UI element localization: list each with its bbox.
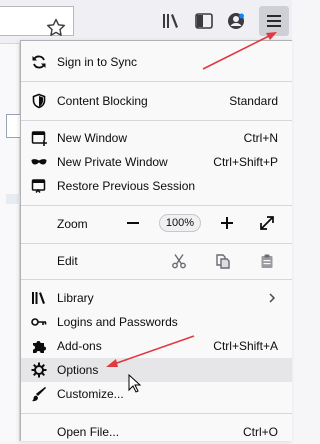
menu-customize[interactable]: Customize... — [21, 382, 292, 406]
menu-new-window[interactable]: New Window Ctrl+N — [21, 126, 292, 150]
menu-label: Content Blocking — [57, 94, 148, 108]
page-content — [0, 44, 20, 441]
restore-session-icon — [31, 179, 46, 193]
page-block — [6, 194, 20, 204]
menu-label: Restore Previous Session — [57, 179, 196, 193]
menu-logins-passwords[interactable]: Logins and Passwords — [21, 310, 292, 334]
menu-shortcut: Ctrl+Shift+A — [213, 339, 278, 353]
zoom-in-button[interactable] — [215, 213, 239, 233]
fullscreen-icon — [260, 216, 274, 230]
menu-label: Zoom — [57, 217, 88, 231]
private-mask-icon — [31, 159, 47, 165]
menu-shortcut: Ctrl+Shift+P — [213, 155, 278, 169]
menu-label: Sign in to Sync — [57, 55, 138, 69]
page-search-box[interactable] — [6, 114, 20, 138]
separator — [21, 81, 292, 82]
shield-icon — [32, 93, 46, 109]
minus-icon — [127, 222, 139, 224]
cut-icon[interactable] — [171, 253, 187, 269]
open-menu-button[interactable] — [259, 6, 289, 36]
gear-icon — [31, 362, 47, 378]
sync-icon — [32, 55, 46, 69]
menu-restore-session[interactable]: Restore Previous Session — [21, 174, 292, 198]
paste-icon[interactable] — [259, 253, 275, 269]
menu-edit-row: Edit — [21, 249, 292, 273]
menu-label: Library — [57, 291, 94, 305]
menu-zoom-row: Zoom 100% — [21, 211, 292, 237]
address-bar[interactable] — [0, 6, 74, 36]
menu-open-file[interactable]: Open File... Ctrl+O — [21, 420, 292, 444]
app-menu-panel: Sign in to Sync Content Blocking Standar… — [20, 40, 292, 441]
separator — [21, 205, 292, 206]
menu-new-private-window[interactable]: New Private Window Ctrl+Shift+P — [21, 150, 292, 174]
separator — [21, 413, 292, 414]
paintbrush-icon — [32, 386, 46, 402]
menu-options[interactable]: Options — [21, 358, 292, 382]
menu-label: Options — [57, 363, 99, 377]
menu-shortcut: Ctrl+O — [242, 425, 278, 439]
new-window-icon — [31, 131, 47, 146]
menu-label: New Window — [57, 131, 128, 145]
bookmark-star-icon[interactable] — [44, 16, 68, 40]
menu-library[interactable]: Library — [21, 286, 292, 310]
separator — [21, 279, 292, 280]
copy-icon[interactable] — [215, 253, 231, 269]
hamburger-icon — [267, 15, 281, 27]
menu-label: Logins and Passwords — [57, 315, 178, 329]
browser-toolbar — [0, 0, 292, 44]
menu-label: Edit — [57, 254, 78, 268]
menu-label: Add-ons — [57, 339, 102, 353]
chevron-right-icon — [269, 293, 276, 303]
menu-label: Customize... — [57, 387, 124, 401]
sidebar-icon[interactable] — [193, 10, 215, 32]
zoom-out-button[interactable] — [121, 213, 145, 233]
menu-label: New Private Window — [57, 155, 168, 169]
menu-shortcut: Ctrl+N — [243, 131, 278, 145]
library-icon — [32, 292, 45, 304]
menu-sign-in-sync[interactable]: Sign in to Sync — [21, 50, 292, 74]
key-icon — [31, 318, 47, 326]
puzzle-piece-icon — [33, 341, 46, 353]
separator — [21, 243, 292, 244]
zoom-reset-button[interactable]: 100% — [159, 214, 201, 232]
account-icon[interactable] — [225, 10, 247, 32]
mouse-cursor-icon — [128, 374, 142, 393]
library-icon[interactable] — [160, 10, 182, 32]
menu-addons[interactable]: Add-ons Ctrl+Shift+A — [21, 334, 292, 358]
separator — [21, 120, 292, 121]
content-blocking-value: Standard — [229, 94, 278, 108]
menu-content-blocking[interactable]: Content Blocking Standard — [21, 89, 292, 113]
menu-label: Open File... — [57, 425, 120, 439]
fullscreen-button[interactable] — [255, 213, 279, 233]
plus-icon — [221, 217, 233, 229]
